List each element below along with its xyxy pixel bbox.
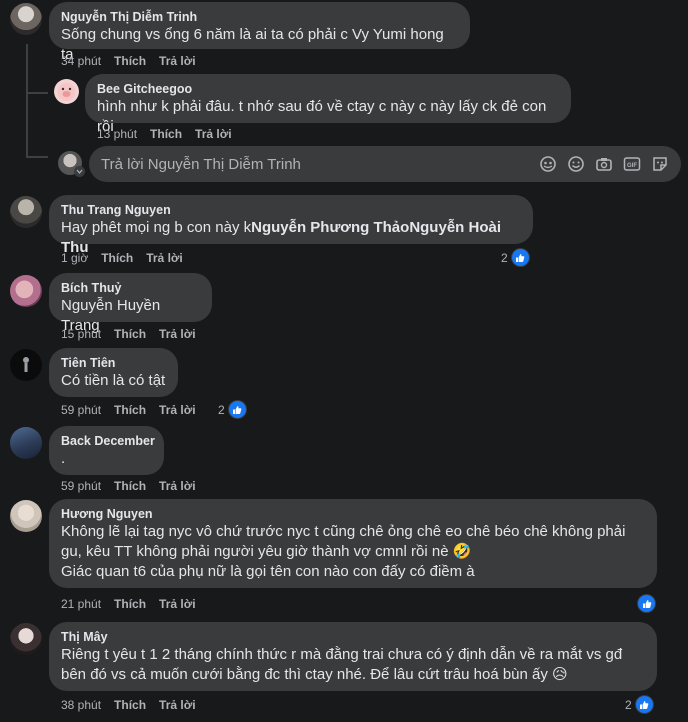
reaction-count[interactable]: 2 xyxy=(218,400,247,419)
reply-button[interactable]: Trả lời xyxy=(159,698,196,712)
commenter-name[interactable]: Thu Trang Nguyen xyxy=(61,202,521,218)
comment-text: . xyxy=(61,450,66,467)
comment-text-line: gu, kêu TT không phải người yêu giờ thàn… xyxy=(61,543,472,560)
comment-time[interactable]: 21 phút xyxy=(61,597,101,611)
commenter-name[interactable]: Thị Mây xyxy=(61,629,645,645)
reaction-number: 2 xyxy=(218,402,225,417)
comment-text: Có tiền là có tật xyxy=(61,372,166,389)
emoji-icon[interactable] xyxy=(567,155,585,173)
comment-bubble: Nguyễn Thị Diễm Trinh Sống chung vs ổng … xyxy=(49,2,470,63)
like-button[interactable]: Thích xyxy=(114,479,146,493)
comment-time[interactable]: 15 phút xyxy=(61,327,101,341)
like-button[interactable]: Thích xyxy=(114,597,146,611)
like-button[interactable]: Thích xyxy=(114,403,146,417)
comment-time[interactable]: 34 phút xyxy=(61,54,101,68)
comment-text-line: Không lẽ lại tag nyc vô chứ trước nyc t … xyxy=(61,523,626,540)
reply-button[interactable]: Trả lời xyxy=(146,251,183,265)
avatar[interactable] xyxy=(10,196,42,228)
avatar[interactable] xyxy=(10,500,42,532)
avatar[interactable] xyxy=(54,79,79,104)
avatar[interactable] xyxy=(10,3,42,35)
reply-button[interactable]: Trả lời xyxy=(159,403,196,417)
comment-time[interactable]: 38 phút xyxy=(61,698,101,712)
comment-actions: 15 phút Thích Trả lời xyxy=(61,327,209,341)
comment-text-line: bên đó vs cả muốn cưới bằng đc thì ctay … xyxy=(61,666,568,683)
like-button[interactable]: Thích xyxy=(101,251,133,265)
comment-text-line: Giác quan t6 của phụ nữ là gọi tên con n… xyxy=(61,563,475,580)
comment-actions: 21 phút Thích Trả lời xyxy=(61,597,209,611)
comment-actions: 1 giờ Thích Trả lời xyxy=(61,251,196,265)
comment-bubble: Back December . xyxy=(49,426,164,475)
camera-icon[interactable] xyxy=(595,155,613,173)
reply-button[interactable]: Trả lời xyxy=(159,327,196,341)
reaction-count[interactable]: 2 xyxy=(501,248,530,267)
reply-button[interactable]: Trả lời xyxy=(159,54,196,68)
avatar[interactable] xyxy=(10,623,42,655)
comment-actions: 13 phút Thích Trả lời xyxy=(97,127,245,141)
avatar[interactable] xyxy=(10,349,42,381)
reaction-number: 2 xyxy=(625,697,632,712)
like-button[interactable]: Thích xyxy=(114,54,146,68)
like-reaction-icon xyxy=(637,594,656,613)
reaction-count[interactable]: 2 xyxy=(625,695,654,714)
comment-bubble: Thị Mây Riêng t yêu t 1 2 tháng chính th… xyxy=(49,622,657,691)
avatar[interactable] xyxy=(10,275,42,307)
svg-text:GIF: GIF xyxy=(627,163,637,169)
reaction-count[interactable] xyxy=(634,594,656,613)
comment-bubble: Tiên Tiên Có tiền là có tật xyxy=(49,348,178,397)
reply-button[interactable]: Trả lời xyxy=(195,127,232,141)
reply-button[interactable]: Trả lời xyxy=(159,597,196,611)
reaction-number: 2 xyxy=(501,250,508,265)
comment-actions: 38 phút Thích Trả lời xyxy=(61,698,209,712)
like-button[interactable]: Thích xyxy=(114,698,146,712)
thread-curve xyxy=(26,92,48,94)
reply-placeholder: Trả lời Nguyễn Thị Diễm Trinh xyxy=(101,155,301,173)
chevron-down-icon[interactable] xyxy=(74,166,85,177)
like-button[interactable]: Thích xyxy=(114,327,146,341)
like-reaction-icon xyxy=(227,400,247,419)
like-reaction-icon xyxy=(634,695,654,714)
commenter-name[interactable]: Nguyễn Thị Diễm Trinh xyxy=(61,9,458,25)
comment-actions: 59 phút Thích Trả lời xyxy=(61,403,209,417)
avatar[interactable] xyxy=(10,427,42,459)
commenter-name[interactable]: Tiên Tiên xyxy=(61,355,166,371)
reply-button[interactable]: Trả lời xyxy=(159,479,196,493)
comment-time[interactable]: 1 giờ xyxy=(61,251,88,265)
comment-bubble: Bích Thuỷ Nguyễn Huyền Trang xyxy=(49,273,212,334)
comment-time[interactable]: 59 phút xyxy=(61,479,101,493)
comment-bubble: Bee Gitcheegoo hình như k phải đâu. t nh… xyxy=(85,74,571,135)
avatar-sticker-icon[interactable] xyxy=(539,155,557,173)
comment-text-prefix: Hay phêt mọi ng b con này k xyxy=(61,219,252,236)
sticker-icon[interactable] xyxy=(651,155,669,173)
comment-actions: 34 phút Thích Trả lời xyxy=(61,54,209,68)
thread-line xyxy=(26,44,28,156)
comment-bubble: Thu Trang Nguyen Hay phêt mọi ng b con n… xyxy=(49,195,533,256)
commenter-name[interactable]: Bích Thuỷ xyxy=(61,280,200,296)
gif-icon[interactable]: GIF xyxy=(623,155,641,173)
like-button[interactable]: Thích xyxy=(150,127,182,141)
commenter-name[interactable]: Back December xyxy=(61,433,155,449)
comment-time[interactable]: 59 phút xyxy=(61,403,101,417)
comment-bubble: Hương Nguyen Không lẽ lại tag nyc vô chứ… xyxy=(49,499,657,588)
reply-input[interactable]: Trả lời Nguyễn Thị Diễm Trinh GIF xyxy=(89,146,681,182)
comment-time[interactable]: 13 phút xyxy=(97,127,137,141)
like-reaction-icon xyxy=(510,248,530,267)
comment-text-line: Riêng t yêu t 1 2 tháng chính thức r mà … xyxy=(61,646,623,663)
commenter-name[interactable]: Bee Gitcheegoo xyxy=(97,81,559,97)
thread-curve xyxy=(26,156,48,158)
mention-link[interactable]: Nguyễn Phương Thảo xyxy=(251,219,409,236)
commenter-name[interactable]: Hương Nguyen xyxy=(61,506,645,522)
comment-actions: 59 phút Thích Trả lời xyxy=(61,479,209,493)
